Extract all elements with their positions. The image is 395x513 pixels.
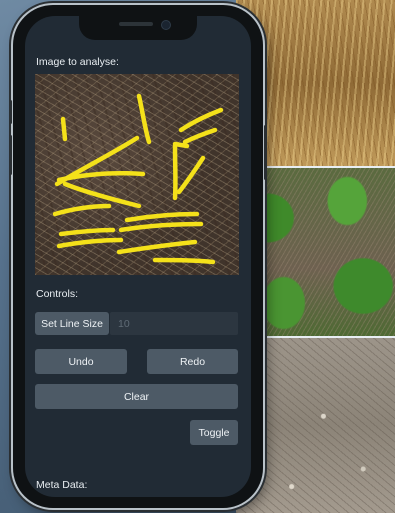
toggle-button[interactable]: Toggle — [190, 420, 238, 445]
stroke — [178, 107, 224, 133]
stroke — [136, 93, 152, 145]
redo-button[interactable]: Redo — [147, 349, 238, 374]
phone-frame: Image to analyse: Controls: Set Line Siz… — [9, 5, 267, 508]
stroke — [118, 221, 204, 233]
stroke — [172, 141, 190, 149]
stroke — [152, 257, 216, 265]
line-size-input[interactable]: 10 — [110, 312, 238, 335]
stroke — [52, 203, 112, 217]
camera-icon — [161, 20, 171, 30]
phone-notch — [79, 16, 197, 40]
stroke — [182, 127, 218, 145]
clear-button[interactable]: Clear — [35, 384, 238, 409]
stroke — [62, 181, 142, 209]
stroke — [60, 116, 68, 142]
image-section-label: Image to analyse: — [36, 56, 119, 68]
phone-power-button — [264, 125, 267, 180]
stroke — [116, 239, 198, 255]
phone-screen: Image to analyse: Controls: Set Line Siz… — [25, 16, 251, 497]
stroke — [176, 155, 206, 195]
phone-side-button — [9, 100, 12, 124]
stroke — [56, 237, 124, 249]
stroke — [124, 211, 200, 223]
undo-button[interactable]: Undo — [35, 349, 127, 374]
controls-section-label: Controls: — [36, 288, 79, 300]
meta-data-label: Meta Data: — [36, 479, 88, 491]
annotation-canvas[interactable] — [35, 74, 239, 275]
speaker-icon — [119, 22, 153, 26]
set-line-size-button[interactable]: Set Line Size — [35, 312, 109, 335]
stroke — [58, 227, 116, 237]
annotation-strokes — [52, 93, 224, 265]
phone-volume-button — [9, 135, 12, 175]
